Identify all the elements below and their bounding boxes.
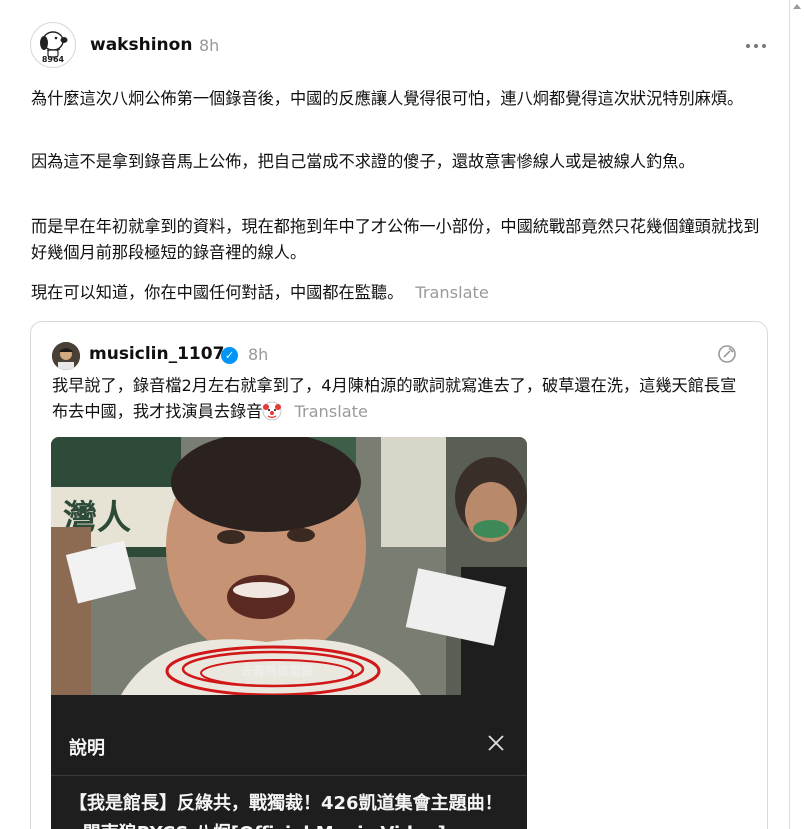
scrollbar[interactable] [790, 0, 804, 829]
quoted-avatar[interactable] [52, 342, 80, 370]
post-paragraph-4-text: 現在可以知道，你在中國任何對話，中國都在監聽。 [31, 283, 404, 302]
description-panel: 說明 【我是館長】反綠共，戰獨裁！426凱道集會主題曲！ - 閩南狼RYCS 八… [51, 695, 527, 829]
post-paragraph-1: 為什麼這次八炯公佈第一個錄音後，中國的反應讓人覺得很可怕，連八炯都覺得這次狀況特… [31, 89, 744, 108]
quoted-username[interactable]: musiclin_1107 [89, 344, 224, 364]
description-body: 【我是館長】反綠共，戰獨裁！426凱道集會主題曲！ - 閩南狼RYCS 八炯[O… [69, 793, 503, 829]
quoted-avatar-image [52, 342, 80, 370]
post-username[interactable]: wakshinon [90, 35, 192, 55]
scroll-up-icon[interactable] [793, 4, 801, 9]
quoted-translate-link[interactable]: Translate [294, 402, 368, 421]
post-paragraph-3: 而是早在年初就拿到的資料，現在都拖到年中了才公佈一小部份，中國統戰部竟然只花幾個… [31, 217, 760, 262]
video-frame[interactable]: 灣人 島 [51, 437, 527, 695]
quoted-text: 我早說了，錄音檔2月左右就拿到了，4月陳柏源的歌詞就寫進去了，破草還在洗，這幾天… [52, 373, 752, 425]
close-icon[interactable] [487, 734, 505, 752]
video-subtitle: 去義嗎做電爵 [241, 664, 314, 678]
description-divider [51, 775, 527, 776]
thread-post: 8964 wakshinon 8h 為什麼這次八炯公佈第一個錄音後，中國的反應讓… [0, 0, 790, 829]
more-icon[interactable] [746, 44, 766, 50]
post-paragraph-2: 因為這不是拿到錄音馬上公佈，把自己當成不求證的傻子，還故意害慘線人或是被線人釣魚… [31, 152, 695, 171]
video-still-image: 灣人 島 [51, 437, 527, 695]
verified-icon: ✓ [221, 347, 238, 364]
quoted-text-body: 我早說了，錄音檔2月左右就拿到了，4月陳柏源的歌詞就寫進去了，破草還在洗，這幾天… [52, 376, 737, 421]
post-time: 8h [199, 36, 220, 55]
description-title: 說明 [69, 738, 105, 759]
edit-icon[interactable] [717, 344, 737, 364]
post-paragraph-4: 現在可以知道，你在中國任何對話，中國都在監聽。 Translate [31, 280, 771, 306]
post-translate-link[interactable]: Translate [415, 283, 489, 302]
clown-icon [262, 401, 282, 421]
avatar[interactable]: 8964 [30, 22, 76, 68]
avatar-caption: 8964 [41, 55, 65, 64]
video-card[interactable]: 灣人 島 [51, 437, 527, 829]
quoted-post[interactable]: musiclin_1107 ✓ 8h 我早說了，錄音檔2月左右就拿到了，4月陳柏… [30, 321, 768, 829]
quoted-time: 8h [248, 345, 269, 364]
